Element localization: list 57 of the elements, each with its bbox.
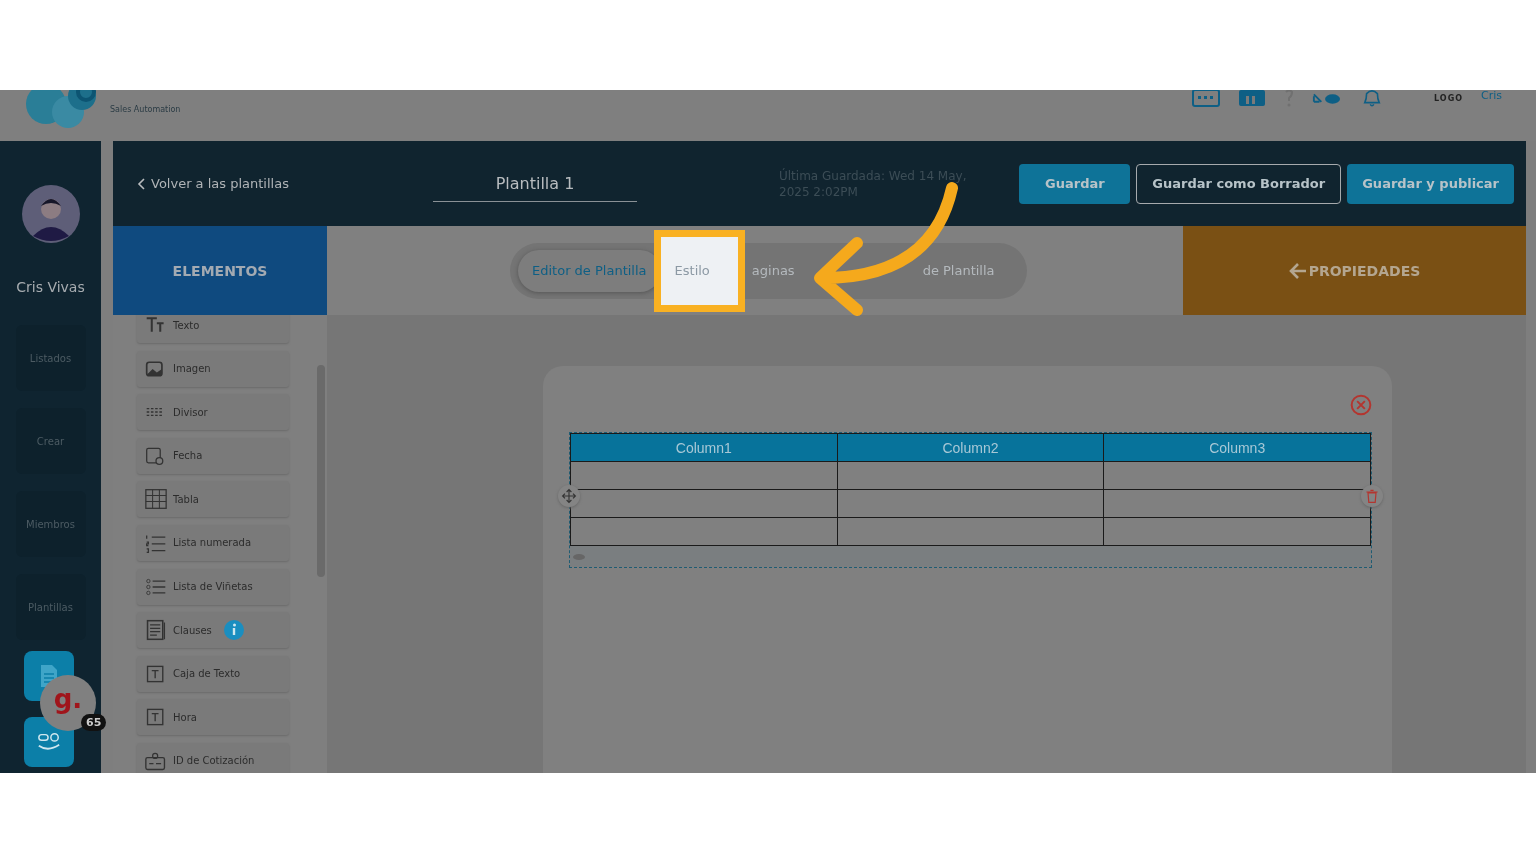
elements-tab[interactable]: ELEMENTOS [113,226,327,315]
element-item[interactable]: Imagen [137,350,289,387]
element-label: Clauses [173,624,212,636]
element-label: Imagen [173,363,211,375]
tab[interactable]: aginas [737,249,797,292]
nav-item[interactable]: Listados [15,325,86,391]
element-item[interactable]: Tabla [137,481,289,518]
doc-icon [145,619,167,642]
element-label: ID de Cotización [173,755,255,767]
avatar-icon[interactable] [20,184,81,244]
element-item[interactable]: Clauses [137,612,289,649]
chevron-left-icon [137,177,145,190]
element-label: Hora [173,711,197,723]
close-icon[interactable] [1350,394,1372,416]
account-logo[interactable]: LOGO [1434,94,1463,103]
nav-item[interactable]: Miembros [15,491,86,557]
eye-icon[interactable] [572,552,586,561]
notification-badge: 65 [81,714,107,731]
element-item[interactable]: Lista de Viñetas [137,568,289,605]
save-button[interactable]: Guardar [1019,163,1131,204]
move-icon [561,488,577,504]
element-item[interactable]: Caja de Texto [137,655,289,692]
properties-tab[interactable]: PROPIEDADES [1183,226,1526,315]
arrow-left-icon [1288,262,1307,279]
element-label: Texto [173,319,200,331]
element-item[interactable]: Texto [137,315,289,343]
nav-item[interactable]: Plantillas [15,574,86,640]
logo-tagline: Sales Automation [110,105,181,114]
element-label: Divisor [173,406,208,418]
help-icon[interactable] [1284,90,1294,108]
column-header: Column3 [1103,433,1371,462]
move-handle[interactable] [558,485,580,507]
save-button[interactable]: Guardar y publicar [1347,163,1514,204]
column-header: Column2 [837,433,1104,462]
element-label: Lista de Viñetas [173,581,253,593]
element-label: Tabla [173,493,199,505]
element-item[interactable]: ID de Cotización [137,742,289,773]
tab[interactable]: de Plantilla [908,249,1009,292]
column-header: Column1 [570,433,838,462]
info-icon[interactable] [223,620,244,641]
info-glyph-icon [223,620,244,641]
element-item[interactable]: Fecha [137,437,289,474]
delete-button[interactable] [1361,485,1383,507]
nav-item[interactable]: Crear [15,408,86,474]
back-link[interactable]: Volver a las plantillas [137,176,433,191]
element-item[interactable]: Lista numerada [137,524,289,561]
element-label: Caja de Texto [173,668,241,680]
element-item[interactable]: Divisor [137,394,289,431]
trash-icon [1364,488,1380,504]
template-name-field[interactable]: Plantilla 1 [433,165,637,202]
element-label: Lista numerada [173,537,252,549]
save-button[interactable]: Guardar como Borrador [1136,163,1342,204]
user-name[interactable]: Cris [1481,90,1502,101]
element-item[interactable]: Hora [137,699,289,736]
table-icon [145,488,167,511]
element-label: Fecha [173,450,203,462]
user-name: Cris Vivas [16,279,85,295]
